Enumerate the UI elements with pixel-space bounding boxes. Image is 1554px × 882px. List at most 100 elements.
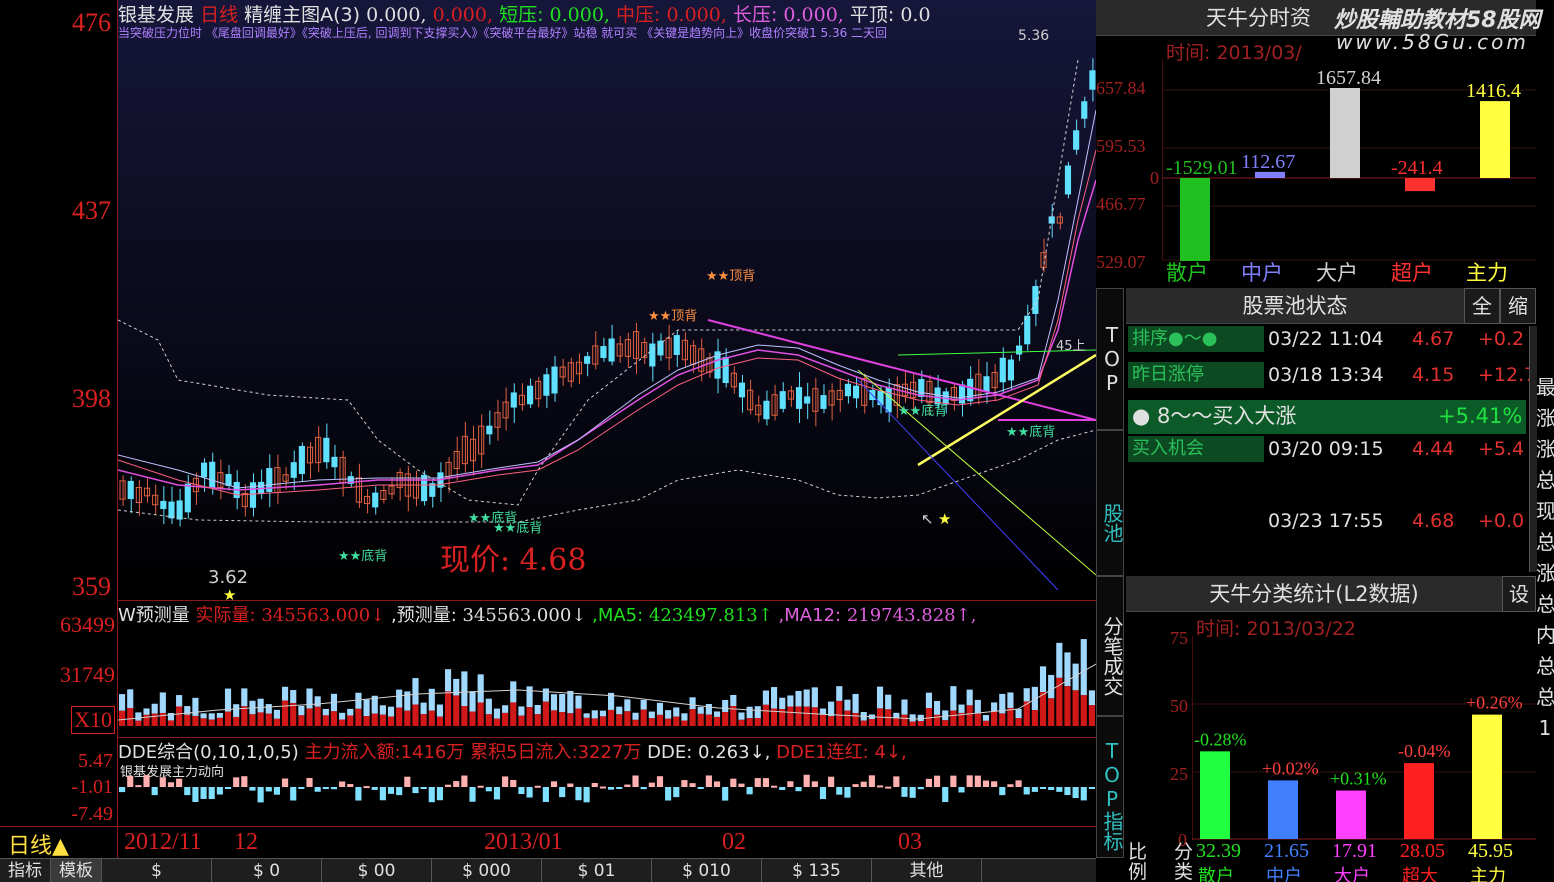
dde-bar (925, 778, 932, 787)
tab-symbol[interactable]: $ 000 (432, 859, 542, 882)
volume-bar-top (746, 706, 753, 719)
dde-indicator-name[interactable]: DDE综合(0,10,1,0,5) (118, 742, 299, 761)
tab-trades[interactable]: 分笔成交 (1096, 576, 1124, 716)
tab-top-indicator[interactable]: TOP指标 (1096, 716, 1124, 858)
volume-bar-bottom (371, 713, 378, 726)
tab-symbol[interactable]: $ 0 (212, 859, 322, 882)
long-pressure-value: 0.000, (783, 4, 844, 24)
candle-body (201, 462, 208, 478)
l2-category-label: 中户 (1266, 866, 1302, 882)
candlestick-chart[interactable]: ★★顶背 ★★顶背 ★★底背 ★★底背 ★★底背 ★★底背 ★★底背 3.62 … (118, 0, 1096, 600)
volume-bar-bottom (502, 712, 509, 726)
pool-row[interactable]: 昨日涨停 03/18 13:34 4.15 +12.7 (1128, 362, 1534, 396)
dde-bar (1064, 787, 1071, 796)
pool-shrink-button[interactable]: 缩 (1500, 288, 1536, 324)
inflow-5day: 累积5日流入:3227万 (470, 742, 642, 761)
volume-bar-bottom (298, 715, 305, 726)
volume-bar-top (1023, 688, 1030, 702)
volume-bar-bottom (901, 714, 908, 726)
tab-template[interactable]: 模板 (51, 859, 102, 882)
dde-chart[interactable] (118, 760, 1096, 826)
tab-symbol[interactable]: $ 00 (322, 859, 432, 882)
period-label[interactable]: 日线 (200, 4, 238, 24)
volume-bar-top (787, 695, 794, 707)
dde-bar (656, 776, 664, 787)
right-edge-glyph: 总 (1536, 592, 1554, 616)
volume-bar-bottom (273, 718, 280, 726)
pool-row[interactable]: ● 8～～买入大涨 +5.41% (1128, 400, 1526, 434)
dde-bar (265, 787, 272, 792)
volume-indicator-name[interactable]: W预测量 (118, 605, 190, 624)
l2-ratio-value: 17.91 (1332, 840, 1377, 862)
volume-bar-bottom (559, 712, 566, 726)
dde-bar (909, 787, 916, 798)
right-edge-glyph: 现 (1536, 499, 1554, 523)
dde-bar (1039, 787, 1047, 789)
dde-bar (966, 775, 973, 787)
volume-bar-top (632, 712, 639, 720)
candle-body (1064, 165, 1072, 195)
dde-bar (200, 787, 207, 799)
candle-body (885, 387, 892, 413)
volume-bar-top (396, 689, 403, 708)
tab-symbol[interactable]: $ 010 (652, 859, 762, 882)
dde-bars (119, 774, 1095, 803)
tab-symbol[interactable]: $ 01 (542, 859, 652, 882)
dde-bar (420, 787, 427, 789)
volume-bar-bottom (689, 709, 696, 726)
volume-bar-bottom (330, 711, 338, 726)
volume-bar-top (1039, 666, 1047, 693)
volume-bar-bottom (135, 720, 142, 726)
candle-body (820, 395, 827, 409)
date-tick: 12 (234, 829, 258, 855)
dde-bar (1088, 787, 1095, 789)
tab-symbol[interactable]: $ 135 (762, 859, 872, 882)
candle-body (209, 461, 216, 489)
dde-bar (233, 777, 240, 787)
star-marker: ★ (938, 510, 951, 528)
volume-bar-top (624, 699, 631, 712)
tab-indicator[interactable]: 指标 (0, 859, 51, 882)
dde-bar (559, 787, 566, 798)
pool-row[interactable]: 排序●～● 03/22 11:04 4.67 +0.2 (1128, 326, 1534, 360)
tab-stock-pool[interactable]: 股池 (1096, 430, 1124, 576)
tab-top[interactable]: TOP (1096, 288, 1124, 430)
dde-bar (681, 780, 688, 787)
volume-bar-top (216, 712, 223, 718)
volume-bar-bottom (192, 715, 199, 726)
volume-chart[interactable] (118, 624, 1096, 736)
tab-other[interactable]: 其他 (872, 859, 982, 882)
volume-bar-bottom (151, 713, 158, 726)
volume-bar-bottom (510, 702, 517, 726)
dde-bar (298, 787, 305, 789)
dde-bar (1080, 787, 1087, 801)
dde-bar (135, 785, 142, 788)
candle-body (722, 356, 729, 384)
dde-bar (1007, 784, 1014, 787)
volume-tick: 63499 (60, 612, 115, 637)
dde-bar (730, 778, 737, 787)
dde-bar (347, 784, 354, 787)
volume-bar-top (510, 681, 517, 703)
capital-bar-超户 (1405, 178, 1435, 192)
dde-bar (216, 787, 223, 795)
dde-bar (836, 787, 843, 795)
pool-all-button[interactable]: 全 (1464, 288, 1500, 324)
volume-bar-top (705, 703, 712, 715)
l2-settings-button[interactable]: 设 (1502, 576, 1536, 612)
indicator-name[interactable]: 精缠主图A(3) (244, 4, 360, 24)
l2-ratio-value: 28.05 (1400, 840, 1445, 862)
volume-bar-top (208, 713, 215, 720)
pool-row[interactable]: 03/23 17:55 4.68 +0.0 (1128, 508, 1534, 542)
volume-bar-bottom (648, 718, 655, 726)
pool-row[interactable]: 买入机会 03/20 09:15 4.44 +5.4 (1128, 436, 1534, 470)
mid-pressure-value: 0.000, (666, 4, 727, 24)
dde-bar (885, 786, 892, 789)
dde-bar (624, 784, 631, 787)
volume-bar-bottom (1088, 705, 1095, 726)
tab-symbol[interactable]: $ (102, 859, 212, 882)
l2-bar-大户 (1336, 790, 1366, 839)
price-axis: 476 437 398 359 63499 31749 X10 5.47 -1.… (0, 0, 118, 882)
date-axis: 2012/11 12 2013/01 02 03 (0, 826, 1096, 858)
volume-bar-bottom (844, 710, 851, 726)
